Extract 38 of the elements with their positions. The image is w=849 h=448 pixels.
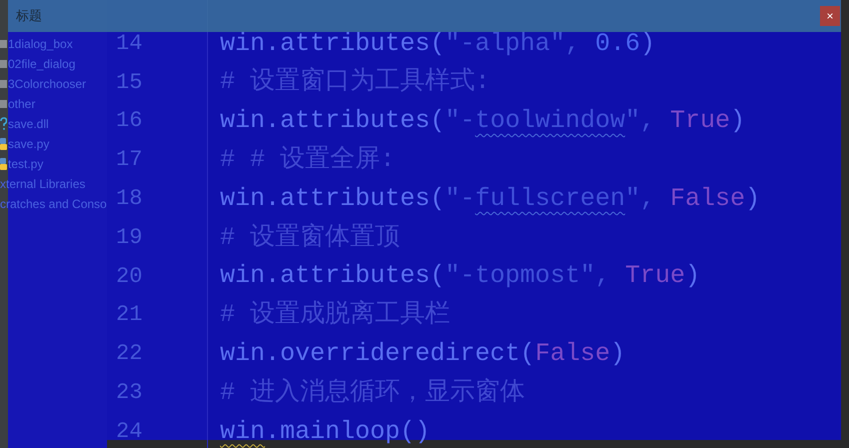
project-tree-item[interactable]: save.dll <box>8 115 49 133</box>
folder-icon <box>0 40 7 48</box>
line-number: 14 <box>116 30 142 58</box>
python-file-icon <box>0 157 7 171</box>
code-line: win.attributes("-toolwindow", True) <box>220 105 746 138</box>
project-tree-item[interactable]: save.py <box>8 135 50 153</box>
window-title: 标题 <box>16 7 42 26</box>
project-tree-item[interactable]: 3Colorchooser <box>8 75 86 93</box>
folder-icon <box>0 60 7 68</box>
folder-icon <box>0 100 7 108</box>
project-tree-item[interactable]: 1dialog_box <box>8 35 73 53</box>
project-tree-item[interactable]: 02file_dialog <box>8 55 76 73</box>
line-number: 16 <box>116 107 142 136</box>
code-comment: # 设置成脱离工具栏 <box>220 298 450 332</box>
line-number: 19 <box>116 224 142 252</box>
folder-icon <box>0 80 7 88</box>
code-line: win.attributes("-topmost", True) <box>220 260 700 292</box>
code-comment: # 进入消息循环，显示窗体 <box>220 376 526 409</box>
line-number: 21 <box>116 301 142 330</box>
line-number: 24 <box>116 418 142 446</box>
project-tree-item[interactable]: other <box>8 95 36 113</box>
close-button[interactable]: × <box>820 6 840 26</box>
line-number: 18 <box>116 185 142 214</box>
line-number: 20 <box>116 262 142 291</box>
code-line: win.overrideredirect(False) <box>220 338 626 370</box>
code-line: win.attributes("-alpha", 0.6) <box>220 28 656 60</box>
line-number: 15 <box>116 68 142 97</box>
code-comment: # 设置窗口为工具样式: <box>220 66 490 98</box>
line-number: 23 <box>116 379 142 408</box>
code-comment: # # 设置全屏: <box>220 144 396 176</box>
line-number: 17 <box>116 146 142 174</box>
code-line: win.mainloop() <box>220 416 430 448</box>
code-line: win.attributes("-fullscreen", False) <box>220 182 760 215</box>
question-mark-icon <box>0 117 7 131</box>
python-file-icon <box>0 137 7 151</box>
project-tree-item[interactable]: test.py <box>8 155 44 173</box>
line-number: 22 <box>116 340 142 368</box>
code-comment: # 设置窗体置顶 <box>220 222 400 254</box>
